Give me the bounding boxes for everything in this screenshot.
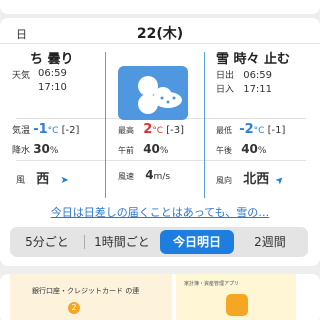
ad-right-text: 家計簿・資産管理アプリ (184, 281, 240, 287)
left-condition: ち 曇り (30, 52, 74, 67)
wind-speed: 風速 4m/s (118, 168, 171, 182)
pm-precip: 午後 40% (216, 142, 267, 156)
left-weather-label: 天気 (12, 71, 31, 81)
divider-line-2 (16, 160, 306, 161)
left-precip: 降水 30% (12, 142, 59, 156)
forecast-range-tabs: 5分ごと 1時間ごと 今日明日 2週間 (10, 227, 308, 257)
tab-5min[interactable]: 5分ごと (14, 230, 80, 254)
forecast-header: 日 22(木) (0, 18, 320, 44)
tab-hourly[interactable]: 1時間ごと (86, 230, 158, 254)
tab-today-tomorrow[interactable]: 今日明日 (160, 230, 234, 254)
min-temp: 最低 -2°C [-1] (216, 122, 286, 137)
column-divider-right (204, 52, 205, 198)
sunset: 日入 17:11 (216, 84, 273, 95)
wind-direction-arrow-icon: ➤ (273, 173, 288, 188)
ad-left-text: 銀行口座・クレジットカード の連 (32, 287, 140, 295)
ad-left-panel[interactable]: 銀行口座・クレジットカード の連 2 (10, 274, 172, 320)
app-icon (226, 294, 248, 316)
forecast-card: 日 22(木) ち 曇り 天気 06:59 17:10 気温 -1°C [-2]… (0, 18, 320, 266)
snow-cloud-icon (118, 66, 188, 120)
tab-separator (84, 235, 85, 249)
advertisement-banner[interactable]: 銀行口座・クレジットカード の連 2 家計簿・資産管理アプリ (0, 274, 320, 320)
left-time2: 17:10 (38, 82, 67, 93)
left-temp: 気温 -1°C [-2] (12, 122, 80, 137)
am-precip: 午前 40% (118, 142, 169, 156)
tab-2weeks[interactable]: 2週間 (236, 230, 304, 254)
left-time1: 06:59 (38, 68, 67, 79)
column-divider-left (105, 52, 106, 198)
ad-right-panel[interactable]: 家計簿・資産管理アプリ (176, 274, 296, 320)
forecast-detail-link[interactable]: 今日は日差しの届くことはあっても、雪の… (0, 204, 320, 220)
right-condition: 雪 時々 止む (216, 52, 291, 67)
left-wind: 風 西 ➤ (16, 172, 69, 187)
previous-card-bottom (0, 0, 320, 14)
wind-direction: 風向 北西 ➤ (216, 172, 288, 188)
forecast-date: 22(木) (136, 26, 184, 42)
wind-arrow-icon: ➤ (60, 175, 69, 186)
sunrise: 日出 06:59 (216, 70, 273, 81)
ad-step-badge: 2 (68, 302, 80, 314)
max-temp: 最高 2°C [-3] (118, 122, 184, 137)
